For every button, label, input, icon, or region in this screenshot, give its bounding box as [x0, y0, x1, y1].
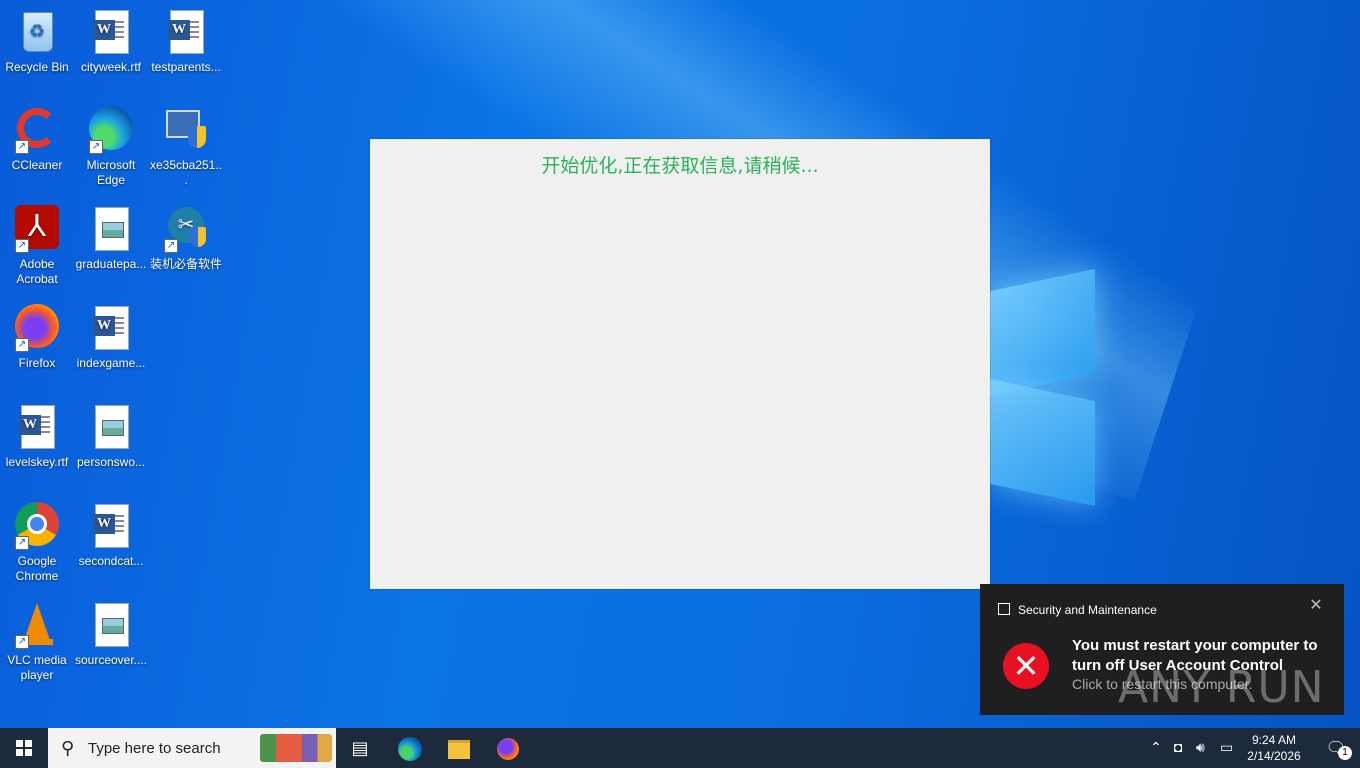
windows-icon	[16, 740, 32, 756]
icon-label: Adobe Acrobat	[16, 257, 58, 286]
edge-icon	[398, 737, 422, 762]
meet-icon[interactable]: ◘	[1174, 739, 1182, 755]
image-file-icon	[87, 601, 135, 649]
close-icon[interactable]: ✕	[1308, 598, 1324, 614]
desktop-icon-xe35cba251[interactable]: xe35cba251...	[149, 106, 223, 188]
folder-icon	[448, 739, 470, 759]
error-icon: ✕	[1003, 643, 1049, 689]
taskbar-file-explorer[interactable]	[435, 728, 483, 768]
windows-logo-wallpaper	[985, 255, 1105, 520]
toast-app-name: Security and Maintenance	[1018, 603, 1157, 617]
adobe-acrobat-icon: ⅄ ↗	[13, 205, 61, 253]
desktop-icon-sourceover[interactable]: sourceover....	[74, 601, 148, 668]
icon-label: cityweek.rtf	[80, 60, 141, 74]
search-placeholder: Type here to search	[88, 740, 221, 757]
installer-shield-icon	[162, 106, 210, 154]
desktop-icon-adobe-acrobat[interactable]: ⅄ ↗ Adobe Acrobat	[0, 205, 74, 287]
desktop-icon-personswo[interactable]: personswo...	[74, 403, 148, 470]
shortcut-arrow-icon: ↗	[164, 239, 178, 253]
desktop-icon-secondcat[interactable]: W secondcat...	[74, 502, 148, 569]
icon-label: CCleaner	[11, 158, 63, 172]
shortcut-arrow-icon: ↗	[15, 338, 29, 352]
ccleaner-icon: ↗	[13, 106, 61, 154]
image-file-icon	[87, 403, 135, 451]
start-button[interactable]	[0, 728, 48, 768]
shortcut-arrow-icon: ↗	[15, 140, 29, 154]
toast-header: Security and Maintenance	[998, 603, 1157, 617]
anyrun-watermark: ANY RUN	[1118, 662, 1325, 713]
desktop-icon-recycle-bin[interactable]: ♻ Recycle Bin	[0, 8, 74, 75]
icon-label: levelskey.rtf	[5, 455, 69, 469]
edge-icon: ↗	[87, 106, 135, 154]
firefox-icon: ↗	[13, 304, 61, 352]
search-icon: ⚲	[61, 738, 75, 758]
word-document-icon: W	[87, 502, 135, 550]
shortcut-arrow-icon: ↗	[15, 239, 29, 253]
notification-badge: 1	[1338, 746, 1352, 760]
taskbar-edge[interactable]	[386, 728, 434, 768]
icon-label: 装机必备软件	[149, 257, 222, 271]
search-box[interactable]: ⚲ Type here to search	[48, 728, 336, 768]
chevron-up-icon[interactable]: ⌃	[1150, 739, 1162, 756]
word-document-icon: W	[13, 403, 61, 451]
clock-time: 9:24 AM	[1251, 733, 1297, 747]
icon-label: secondcat...	[78, 554, 144, 568]
desktop-icon-testparents[interactable]: W testparents...	[149, 8, 223, 75]
icon-label: indexgame...	[76, 356, 146, 370]
tools-shield-icon: ✂ ↗	[162, 205, 210, 253]
icon-label: VLC media player	[7, 653, 67, 682]
word-document-icon: W	[87, 304, 135, 352]
icon-label: xe35cba251...	[149, 158, 223, 187]
desktop-icon-microsoft-edge[interactable]: ↗ Microsoft Edge	[74, 106, 148, 188]
system-tray: ⌃ ◘ 🔊︎ ▭ 9:24 AM 2/14/2026 🗨︎ 1	[1140, 728, 1360, 768]
icon-label: testparents...	[151, 60, 221, 74]
desktop-icon-google-chrome[interactable]: ↗ Google Chrome	[0, 502, 74, 584]
shortcut-arrow-icon: ↗	[89, 140, 103, 154]
icon-label: Microsoft Edge	[86, 158, 136, 187]
desktop-icon-vlc[interactable]: ↗ VLC media player	[0, 601, 74, 683]
action-center-button[interactable]: 🗨︎ 1	[1326, 738, 1352, 760]
firefox-icon	[497, 738, 519, 761]
status-message: 开始优化,正在获取信息,请稍候...	[541, 155, 819, 177]
icon-label: Google Chrome	[15, 554, 59, 583]
shortcut-arrow-icon: ↗	[15, 536, 29, 550]
security-app-icon	[998, 603, 1010, 615]
icon-label: graduatepa...	[75, 257, 147, 271]
clock-date: 2/14/2026	[1247, 749, 1301, 763]
volume-icon[interactable]: 🔊︎	[1196, 739, 1205, 756]
search-highlight-gifts-icon[interactable]	[260, 734, 332, 762]
chrome-icon: ↗	[13, 502, 61, 550]
taskbar-firefox[interactable]	[484, 728, 532, 768]
word-document-icon: W	[87, 8, 135, 56]
optimizer-window[interactable]: 开始优化,正在获取信息,请稍候...	[370, 139, 990, 589]
shortcut-arrow-icon: ↗	[15, 635, 29, 649]
image-file-icon	[87, 205, 135, 253]
desktop-icon-zhuangji[interactable]: ✂ ↗ 装机必备软件	[149, 205, 223, 272]
task-view-button[interactable]: ▤	[336, 728, 384, 768]
desktop-icon-firefox[interactable]: ↗ Firefox	[0, 304, 74, 371]
desktop-icon-graduatepa[interactable]: graduatepa...	[74, 205, 148, 272]
icon-label: personswo...	[76, 455, 146, 469]
icon-label: sourceover....	[74, 653, 148, 667]
taskbar: ⚲ Type here to search ▤ ⌃ ◘ 🔊︎ ▭ 9:24 AM…	[0, 728, 1360, 768]
desktop-icon-indexgame[interactable]: W indexgame...	[74, 304, 148, 371]
desktop-icon-cityweek[interactable]: W cityweek.rtf	[74, 8, 148, 75]
desktop-icon-levelskey[interactable]: W levelskey.rtf	[0, 403, 74, 470]
recycle-bin-icon: ♻	[13, 8, 61, 56]
vlc-cone-icon: ↗	[13, 601, 61, 649]
clock[interactable]: 9:24 AM 2/14/2026	[1234, 732, 1314, 764]
network-icon[interactable]: ▭	[1220, 739, 1233, 756]
desktop-icon-ccleaner[interactable]: ↗ CCleaner	[0, 106, 74, 173]
icon-label: Recycle Bin	[5, 60, 69, 74]
word-document-icon: W	[162, 8, 210, 56]
icon-label: Firefox	[18, 356, 56, 370]
task-view-icon: ▤	[351, 738, 369, 758]
